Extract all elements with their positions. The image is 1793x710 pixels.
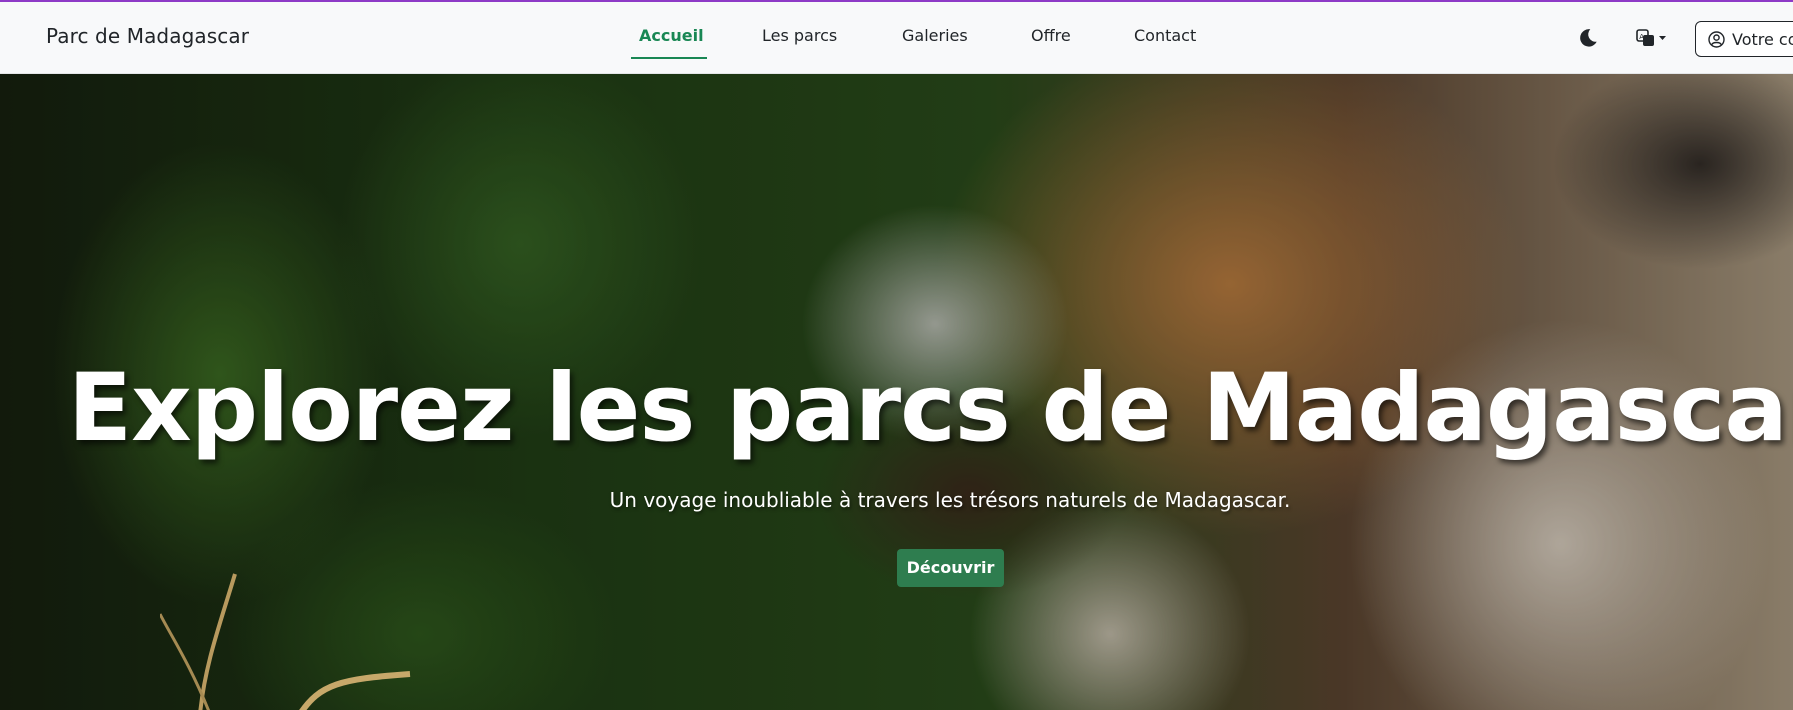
nav-link-les-parcs[interactable]: Les parcs <box>762 26 837 45</box>
brand-logo[interactable]: Parc de Madagascar <box>46 24 249 48</box>
nav-link-galeries[interactable]: Galeries <box>902 26 968 45</box>
theme-toggle-button[interactable] <box>1577 27 1599 49</box>
active-nav-indicator <box>631 57 707 59</box>
moon-icon <box>1580 29 1597 47</box>
user-circle-icon <box>1708 31 1725 48</box>
nav-link-accueil[interactable]: Accueil <box>639 26 704 45</box>
grass-decoration <box>160 573 411 710</box>
discover-button[interactable]: Découvrir <box>897 549 1004 587</box>
account-label: Votre co <box>1732 30 1793 49</box>
hero-subtitle: Un voyage inoubliable à travers les trés… <box>609 488 1291 512</box>
language-dropdown-button[interactable]: A <box>1636 26 1670 50</box>
navbar: Parc de Madagascar Accueil Les parcs Gal… <box>0 2 1793 74</box>
nav-link-offre[interactable]: Offre <box>1031 26 1071 45</box>
svg-text:A: A <box>1639 33 1644 41</box>
hero-title: Explorez les parcs de Madagascar <box>67 354 1793 463</box>
account-button[interactable]: Votre co <box>1695 21 1793 57</box>
translate-icon: A <box>1636 29 1666 46</box>
nav-link-contact[interactable]: Contact <box>1134 26 1196 45</box>
hero-section: Explorez les parcs de Madagascar Un voya… <box>0 74 1793 710</box>
